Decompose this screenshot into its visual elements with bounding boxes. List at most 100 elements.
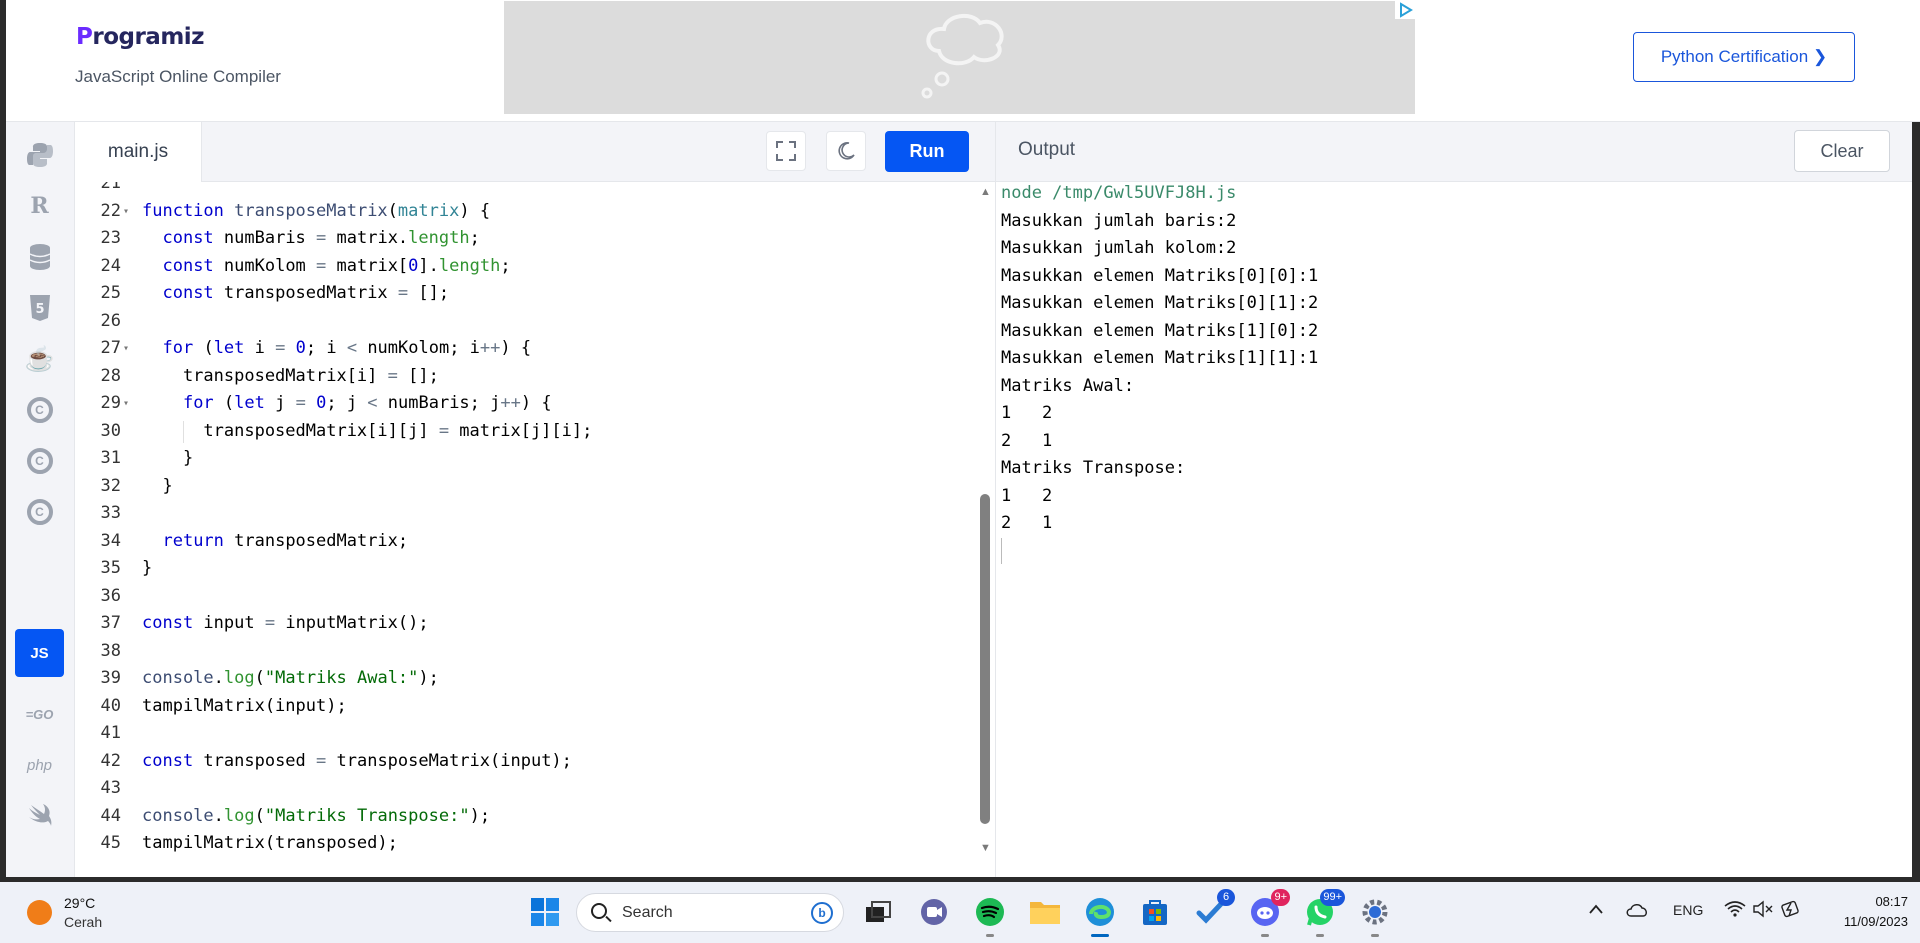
discord-icon[interactable]: 9+ (1248, 889, 1290, 937)
weather-description[interactable]: Cerah (64, 914, 102, 930)
code-line[interactable]: 37 const input = inputMatrix(); (75, 610, 975, 638)
window-border-right (1912, 122, 1920, 877)
code-line[interactable]: 30 transposedMatrix[i][j] = matrix[j][i]… (75, 418, 975, 446)
fold-arrow-icon[interactable]: ▾ (123, 198, 129, 226)
line-number: 43 (100, 778, 121, 798)
code-line[interactable]: 33 (75, 500, 975, 528)
code-line[interactable]: 44 console.log("Matriks Transpose:"); (75, 803, 975, 831)
ad-banner[interactable] (504, 1, 1415, 114)
taskbar-search[interactable]: Search b (576, 893, 844, 932)
code-line[interactable]: 27 ▾ for (let i = 0; i < numKolom; i++) { (75, 335, 975, 363)
code-line[interactable]: 22 ▾ function transposeMatrix(matrix) { (75, 198, 975, 226)
wifi-icon[interactable] (1724, 900, 1746, 921)
html-icon[interactable]: 5 (15, 284, 64, 332)
code-line[interactable]: 39 console.log("Matriks Awal:"); (75, 665, 975, 693)
editor-scrollbar[interactable]: ▲ ▼ (977, 182, 995, 862)
show-hidden-icons-chevron-icon[interactable] (1588, 902, 1604, 918)
line-number: 45 (100, 833, 121, 853)
code-line[interactable]: 45 tampilMatrix(transposed); (75, 830, 975, 858)
output-line: Masukkan elemen Matriks[1][0]:2 (1001, 320, 1319, 341)
code-line[interactable]: 43 (75, 775, 975, 803)
r-icon[interactable]: R (15, 182, 64, 230)
code-line[interactable]: 29 ▾ for (let j = 0; j < numBaris; j++) { (75, 390, 975, 418)
line-number: 31 (100, 448, 121, 468)
code-line[interactable]: 24 const numKolom = matrix[0].length; (75, 253, 975, 281)
code-text: const transposed = transposeMatrix(input… (142, 750, 572, 771)
programiz-logo[interactable]: Programiz (76, 24, 205, 50)
code-line[interactable]: 26 (75, 308, 975, 336)
output-line: Masukkan elemen Matriks[0][0]:1 (1001, 265, 1319, 286)
java-icon[interactable]: ☕ (15, 335, 64, 383)
code-editor[interactable]: 21 22 ▾ function transposeMatrix(matrix) {2… (75, 182, 980, 877)
clear-button[interactable]: Clear (1794, 130, 1890, 172)
javascript-icon[interactable]: JS (15, 629, 64, 677)
code-line[interactable]: 21 (75, 182, 975, 198)
edge-browser-icon[interactable] (1083, 895, 1117, 937)
code-line[interactable]: 28 transposedMatrix[i] = []; (75, 363, 975, 391)
output-cursor (1001, 538, 1002, 564)
microsoft-store-icon[interactable] (1138, 895, 1172, 929)
language-indicator[interactable]: ENG (1673, 902, 1703, 918)
spotify-icon[interactable] (973, 895, 1007, 937)
fold-arrow-icon[interactable]: ▾ (123, 335, 129, 363)
sun-weather-icon[interactable] (27, 900, 52, 925)
run-button[interactable]: Run (885, 131, 969, 172)
code-line[interactable]: 42 const transposed = transposeMatrix(inp… (75, 748, 975, 776)
dark-mode-moon-icon[interactable] (826, 131, 866, 171)
windows-start-icon[interactable] (528, 895, 562, 929)
line-number: 41 (100, 723, 121, 743)
c-icon[interactable]: C (15, 386, 64, 434)
task-view-icon[interactable] (861, 895, 895, 929)
onedrive-cloud-icon[interactable] (1625, 902, 1649, 921)
teams-chat-icon[interactable] (917, 895, 951, 929)
weather-temperature[interactable]: 29°C (64, 895, 95, 911)
python-certification-button[interactable]: Python Certification ❯ (1633, 32, 1855, 82)
fold-arrow-icon[interactable]: ▾ (123, 390, 129, 418)
swift-icon[interactable] (15, 792, 64, 840)
code-line[interactable]: 35} (75, 555, 975, 583)
output-console[interactable]: node /tmp/Gwl5UVFJ8H.js Masukkan jumlah b… (995, 182, 1920, 877)
line-number: 30 (100, 420, 121, 441)
php-icon[interactable]: php (15, 741, 64, 789)
todo-icon[interactable]: 6 (1193, 889, 1235, 929)
code-text: const transposedMatrix = []; (162, 283, 450, 303)
code-text: for (let i = 0; i < numKolom; i++) { (162, 338, 532, 358)
running-indicator (1261, 934, 1269, 937)
scroll-up-arrow-icon[interactable]: ▲ (980, 186, 991, 198)
sql-icon[interactable] (15, 233, 64, 281)
code-line[interactable]: 32 } (75, 473, 975, 501)
line-number: 44 (100, 805, 121, 826)
code-line[interactable]: 34 return transposedMatrix; (75, 528, 975, 556)
battery-charging-icon[interactable] (1780, 900, 1802, 921)
csharp-icon[interactable]: C (15, 488, 64, 536)
fullscreen-icon[interactable] (766, 131, 806, 171)
code-line[interactable]: 40 tampilMatrix(input); (75, 693, 975, 721)
clock-time[interactable]: 08:17 (1828, 894, 1908, 909)
adchoices-icon[interactable] (1395, 1, 1415, 19)
code-line[interactable]: 38 (75, 638, 975, 666)
scrollbar-thumb[interactable] (980, 494, 990, 824)
code-line[interactable]: 36 (75, 583, 975, 611)
clock-date[interactable]: 11/09/2023 (1808, 914, 1908, 929)
file-tab-main-js[interactable]: main.js (75, 122, 202, 182)
settings-gear-icon[interactable] (1358, 895, 1392, 937)
bing-icon[interactable]: b (811, 902, 833, 924)
cpp-icon[interactable]: C (15, 437, 64, 485)
scroll-down-arrow-icon[interactable]: ▼ (980, 842, 991, 854)
site-header: Programiz JavaScript Online Compiler Pyt… (0, 0, 1920, 122)
code-line[interactable]: 41 (75, 720, 975, 748)
python-icon[interactable] (15, 131, 64, 179)
line-number: 38 (100, 640, 121, 661)
todo-badge: 6 (1217, 889, 1235, 906)
go-icon[interactable]: =GO (15, 690, 64, 738)
line-number: 36 (100, 585, 121, 606)
line-number: 33 (100, 503, 121, 523)
output-line: 1 2 (1001, 403, 1053, 423)
file-explorer-icon[interactable] (1028, 895, 1062, 929)
whatsapp-icon[interactable]: 99+ (1303, 889, 1345, 937)
code-line[interactable]: 23 const numBaris = matrix.length; (75, 225, 975, 253)
code-line[interactable]: 25 const transposedMatrix = []; (75, 280, 975, 308)
svg-text:5: 5 (35, 302, 44, 317)
code-line[interactable]: 31 } (75, 445, 975, 473)
volume-muted-icon[interactable] (1752, 900, 1774, 921)
